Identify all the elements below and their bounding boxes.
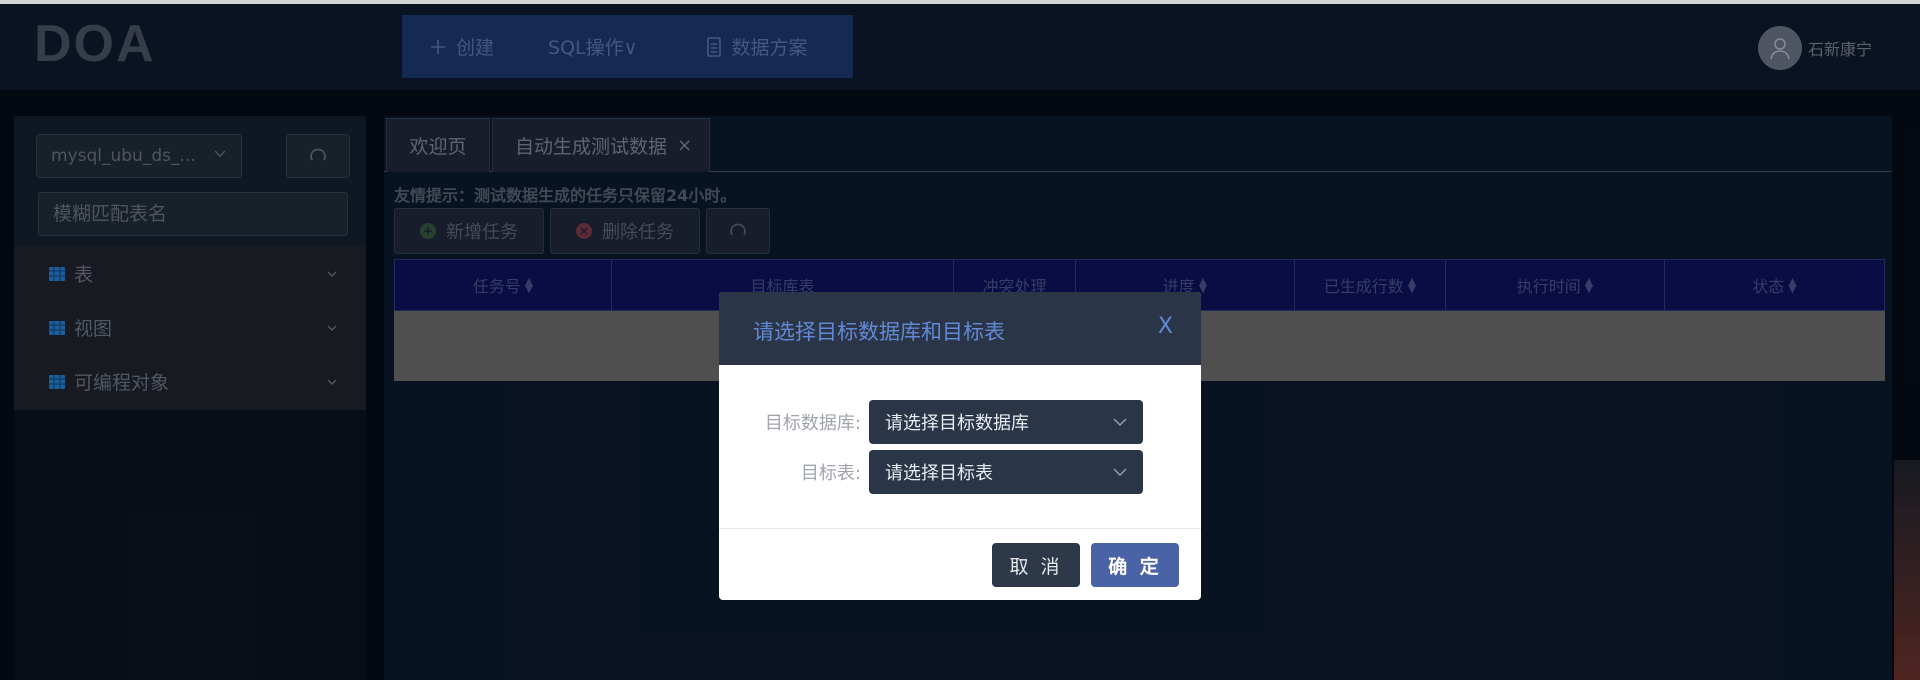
confirm-button[interactable]: 确 定 [1091,543,1179,587]
target-database-select[interactable]: 请选择目标数据库 [869,400,1143,444]
dialog-header: 请选择目标数据库和目标表 X [719,292,1201,365]
target-table-label: 目标表: [800,463,861,484]
target-database-placeholder: 请选择目标数据库 [885,413,1029,434]
chevron-down-icon [1113,418,1127,426]
cancel-button[interactable]: 取 消 [992,543,1080,587]
dialog-close-icon[interactable]: X [1158,316,1173,338]
form-row-table: 目标表: 请选择目标表 [719,450,1143,494]
target-table-select[interactable]: 请选择目标表 [869,450,1143,494]
dialog-title: 请选择目标数据库和目标表 [753,320,1005,344]
chevron-down-icon [1113,468,1127,476]
select-target-dialog: 请选择目标数据库和目标表 X 目标数据库: 请选择目标数据库 目标表: 请选择目… [719,292,1201,600]
dialog-divider [719,528,1201,529]
target-database-label: 目标数据库: [764,413,861,434]
form-row-database: 目标数据库: 请选择目标数据库 [719,400,1143,444]
target-table-placeholder: 请选择目标表 [885,463,993,484]
